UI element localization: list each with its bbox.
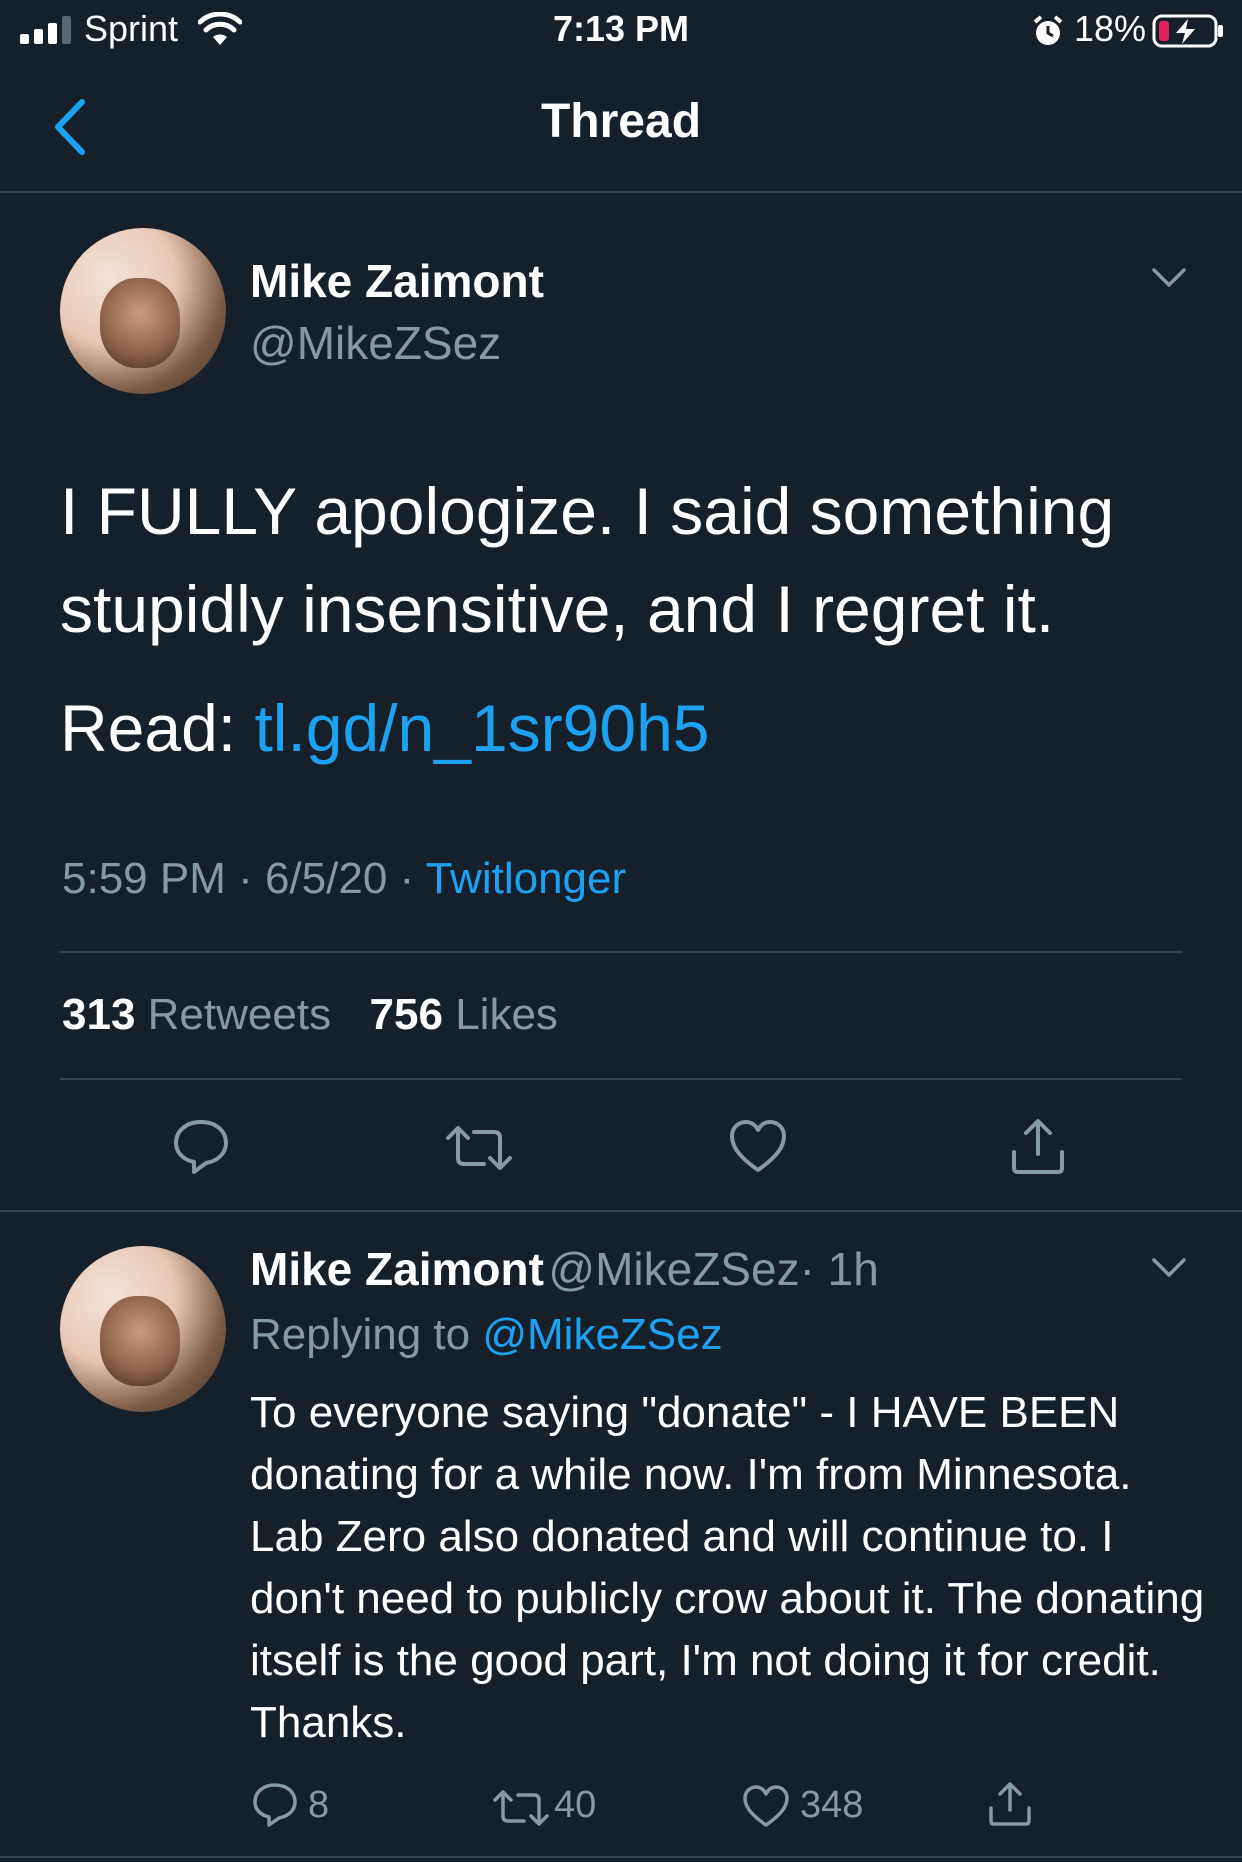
reply-action-share-icon[interactable] — [986, 1780, 1034, 1828]
retweet-icon[interactable] — [444, 1124, 514, 1172]
like-count: 756 — [369, 990, 443, 1039]
reply-text: To everyone saying "donate" - I HAVE BEE… — [250, 1388, 1205, 1747]
likes-stat[interactable]: 756 Likes — [370, 990, 558, 1039]
reply-action-retweet-icon[interactable] — [492, 1788, 550, 1828]
read-link[interactable]: tl.gd/n_1sr90h5 — [254, 691, 709, 765]
thread-divider — [0, 1210, 1242, 1212]
reply-action-heart-icon[interactable] — [742, 1784, 790, 1828]
header-divider — [0, 191, 1242, 193]
reply-avatar-face — [100, 1296, 180, 1386]
reply-author-handle[interactable]: @MikeZSez — [548, 1243, 799, 1295]
retweets-stat[interactable]: 313 Retweets — [62, 990, 331, 1039]
status-bar: Sprint 7:13 PM 18% — [0, 0, 1242, 62]
bottom-divider — [0, 1856, 1242, 1858]
reply-header: Mike Zaimont @MikeZSez· 1h — [250, 1242, 879, 1296]
reply-action-reply-icon[interactable] — [252, 1782, 298, 1828]
reply-retweet-count: 40 — [554, 1784, 597, 1826]
read-label: Read: — [60, 691, 255, 765]
replying-label: Replying to — [250, 1310, 483, 1359]
page-title: Thread — [540, 95, 702, 148]
avatar[interactable] — [60, 228, 226, 394]
meta-divider — [60, 951, 1182, 953]
tweet-stats: 313 Retweets 756 Likes — [62, 990, 558, 1040]
reply-time-ago: · 1h — [799, 1243, 879, 1295]
author-name[interactable]: Mike Zaimont — [250, 254, 544, 308]
stats-divider — [60, 1078, 1182, 1080]
like-label: Likes — [455, 990, 558, 1039]
tweet-timestamp: 5:59 PM · 6/5/20 · — [62, 854, 426, 903]
reply-like-count: 348 — [800, 1784, 864, 1826]
tweet-meta: 5:59 PM · 6/5/20 · Twitlonger — [62, 854, 626, 904]
battery-charging-icon — [1152, 14, 1226, 48]
alarm-icon — [1032, 14, 1064, 48]
reply-count: 8 — [308, 1784, 330, 1826]
battery-percent: 18% — [1074, 8, 1147, 49]
share-icon[interactable] — [1008, 1116, 1068, 1176]
heart-icon[interactable] — [728, 1118, 788, 1174]
reply-avatar[interactable] — [60, 1246, 226, 1412]
retweet-count: 313 — [62, 990, 136, 1039]
retweet-label: Retweets — [147, 990, 332, 1039]
replying-to: Replying to @MikeZSez — [250, 1310, 723, 1360]
reply-icon[interactable] — [172, 1118, 230, 1176]
avatar-face — [100, 278, 180, 368]
read-line: Read: tl.gd/n_1sr90h5 — [60, 688, 709, 768]
chevron-down-icon[interactable] — [1150, 266, 1188, 290]
tweet-source-link[interactable]: Twitlonger — [426, 854, 627, 903]
reply-author-name[interactable]: Mike Zaimont — [250, 1243, 544, 1295]
reply-chevron-down-icon[interactable] — [1150, 1256, 1188, 1280]
author-handle[interactable]: @MikeZSez — [250, 316, 501, 370]
tweet-text: I FULLY apologize. I said something stup… — [60, 474, 1115, 646]
replying-handle[interactable]: @MikeZSez — [482, 1310, 722, 1359]
